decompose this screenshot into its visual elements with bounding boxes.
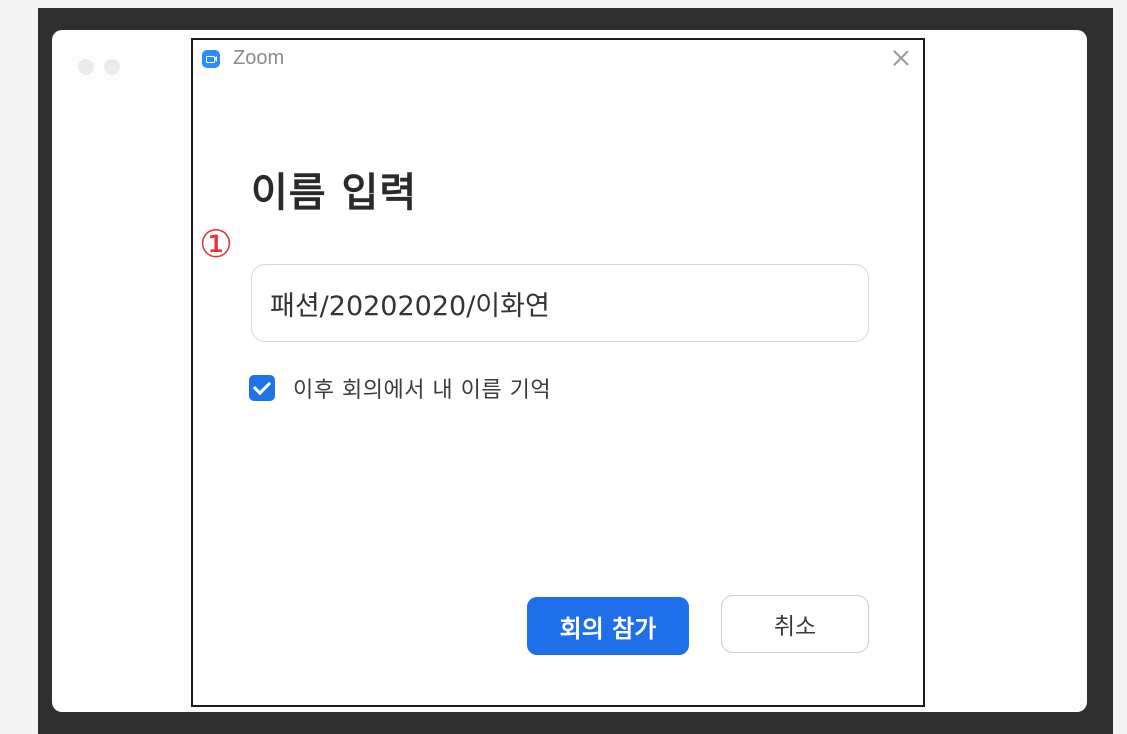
zoom-camera-icon	[202, 50, 220, 68]
cancel-button[interactable]: 취소	[721, 595, 869, 653]
dialog-heading: 이름 입력	[251, 170, 418, 216]
annotation-marker: ①	[199, 222, 234, 266]
window-control-dot[interactable]	[78, 59, 94, 75]
join-meeting-button[interactable]: 회의 참가	[527, 597, 689, 655]
enter-name-dialog: Zoom 이름 입력 ① 이후 회의에서 내 이름 기억 회의 참가 취소	[191, 38, 925, 707]
remember-name-checkbox[interactable]	[249, 375, 275, 401]
dialog-titlebar: Zoom	[193, 40, 923, 78]
app-title: Zoom	[233, 47, 285, 69]
close-icon[interactable]	[889, 46, 913, 70]
window-control-dot[interactable]	[104, 59, 120, 75]
remember-name-label: 이후 회의에서 내 이름 기억	[293, 378, 552, 403]
name-input[interactable]	[251, 264, 869, 342]
remember-name-row[interactable]: 이후 회의에서 내 이름 기억	[249, 373, 551, 403]
